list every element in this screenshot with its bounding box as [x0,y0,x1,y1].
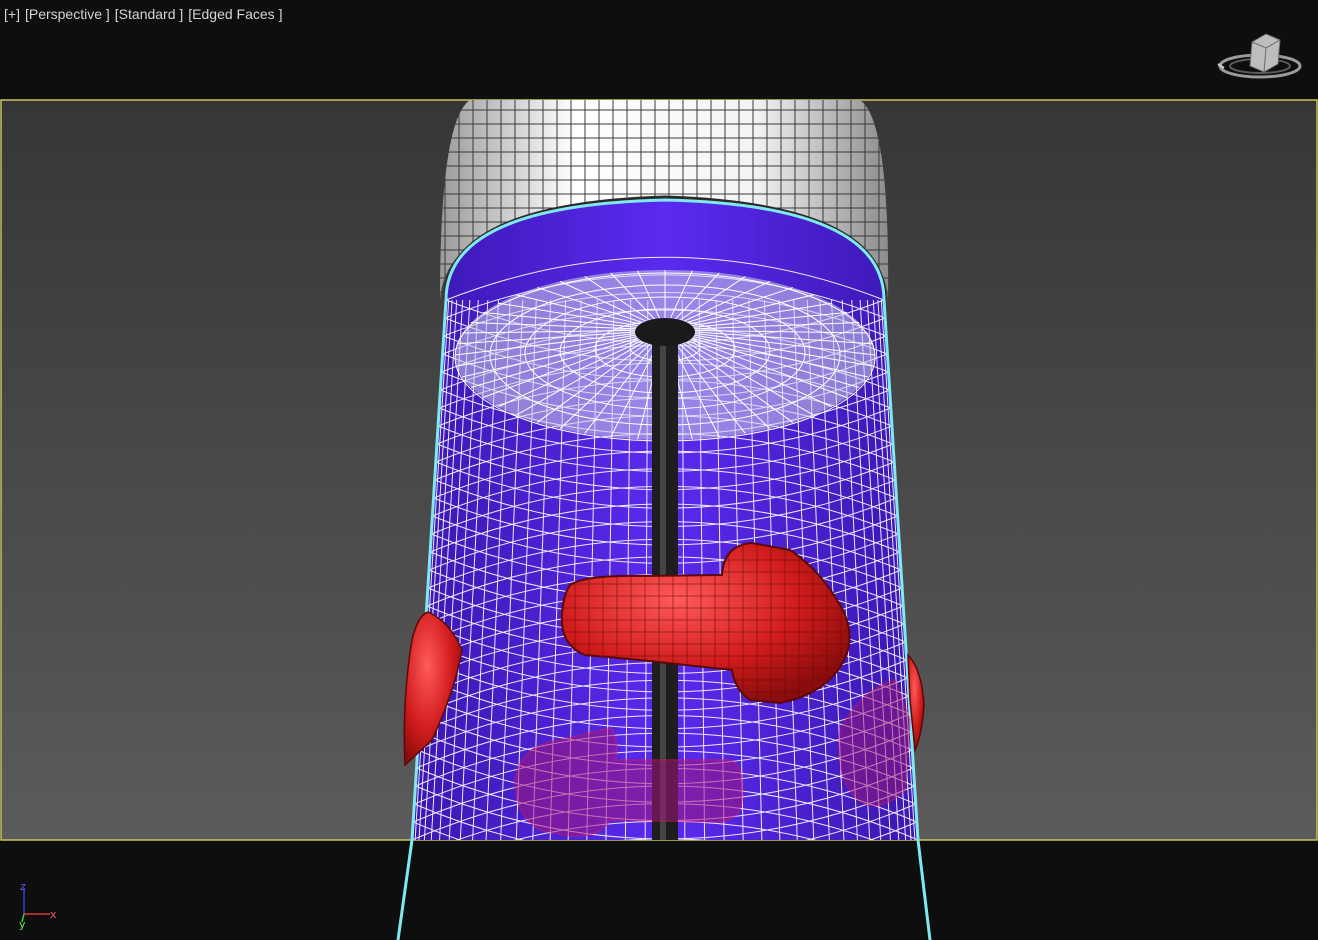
axis-z-label: z [20,880,26,893]
axis-x-label: x [50,908,57,921]
viewport-labels: [+] [Perspective ] [Standard ] [Edged Faces… [4,6,287,22]
viewport-menu-plus[interactable]: [+] [4,6,20,22]
viewport-shading-label[interactable]: [Standard ] [115,6,184,22]
perspective-viewport[interactable]: [+] [Perspective ] [Standard ] [Edged Faces… [0,0,1318,940]
viewport-display-label[interactable]: [Edged Faces ] [188,6,282,22]
scene-canvas[interactable] [0,0,1318,940]
viewport-view-label[interactable]: [Perspective ] [25,6,110,22]
axis-tripod-icon: z x y [19,880,57,930]
viewcube-icon[interactable] [1216,30,1306,86]
axis-y-label: y [19,918,26,930]
